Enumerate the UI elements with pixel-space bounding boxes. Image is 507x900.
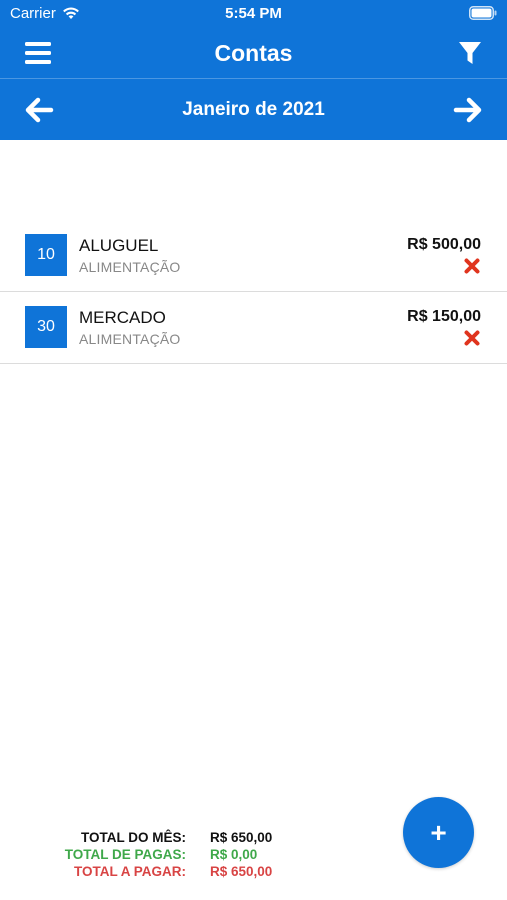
totals-summary: TOTAL DO MÊS: R$ 650,00 TOTAL DE PAGAS: … [60,829,273,880]
total-paid-value: R$ 0,00 [210,847,258,862]
total-month-value: R$ 650,00 [210,830,273,845]
total-month-row: TOTAL DO MÊS: R$ 650,00 [60,829,272,846]
bill-value: R$ 150,00 [407,308,481,325]
arrow-right-icon [453,97,482,123]
day-badge: 10 [25,234,67,276]
list-item[interactable]: 10 ALUGUEL ALIMENTAÇÃO R$ 500,00 [0,220,507,292]
bill-category: ALIMENTAÇÃO [79,331,181,347]
bill-category: ALIMENTAÇÃO [79,259,181,275]
bills-list: 10 ALUGUEL ALIMENTAÇÃO R$ 500,00 30 MERC… [0,220,507,364]
month-selector: Janeiro de 2021 [0,79,507,140]
page-title: Contas [214,40,293,66]
status-time: 5:54 PM [225,5,282,22]
list-item[interactable]: 30 MERCADO ALIMENTAÇÃO R$ 150,00 [0,292,507,364]
red-x-icon[interactable] [464,258,480,274]
filter-button[interactable] [455,38,485,68]
total-paid-label: TOTAL DE PAGAS: [64,847,186,862]
total-to-pay-label: TOTAL A PAGAR: [74,864,186,879]
red-x-icon[interactable] [464,330,480,346]
total-paid-row: TOTAL DE PAGAS: R$ 0,00 [60,846,272,863]
app-header: Carrier 5:54 PM Contas Janeiro de 2021 [0,0,507,140]
battery-icon [469,6,497,20]
month-label: Janeiro de 2021 [182,99,325,120]
bill-name: ALUGUEL [79,236,159,255]
funnel-icon [459,42,481,64]
add-bill-button[interactable]: + [403,797,474,868]
day-badge: 30 [25,306,67,348]
total-to-pay-row: TOTAL A PAGAR: R$ 650,00 [60,863,272,880]
status-bar: Carrier 5:54 PM [0,0,507,28]
navigation-bar: Contas [0,28,507,78]
bill-name: MERCADO [79,308,166,327]
bill-value: R$ 500,00 [407,236,481,253]
total-month-label: TOTAL DO MÊS: [80,830,186,845]
total-to-pay-value: R$ 650,00 [210,864,273,879]
next-month-button[interactable] [451,93,485,127]
